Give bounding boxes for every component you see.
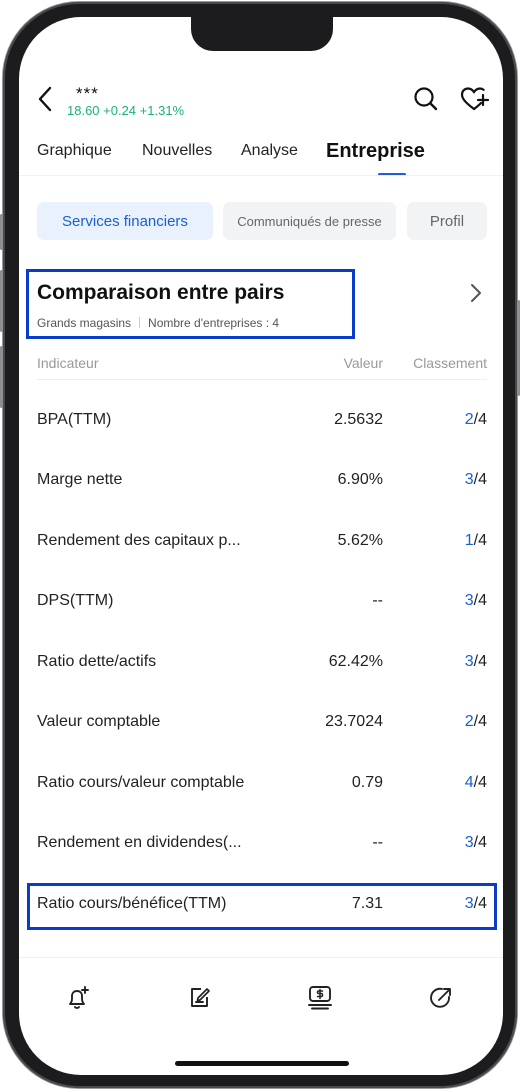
screen: *** 18.60 +0.24 +1.31% Graphique Nouvell… (19, 17, 503, 1075)
chip-services-financiers[interactable]: Services financiers (37, 202, 213, 240)
table-row[interactable]: BPA(TTM) 2.5632 2/4 (19, 392, 503, 452)
row-rank: 3/4 (465, 834, 487, 852)
chip-communiques[interactable]: Communiqués de presse (223, 202, 396, 240)
tab-graphique[interactable]: Graphique (37, 142, 112, 160)
row-indicator-name: Marge nette (37, 471, 123, 488)
row-value: 2.5632 (334, 411, 383, 428)
rank-position: 3 (464, 471, 474, 488)
row-value: -- (372, 834, 383, 851)
row-indicator-name: Ratio cours/valeur comptable (37, 774, 245, 791)
row-value: 6.90% (337, 471, 383, 488)
note-edit-icon[interactable] (187, 985, 213, 1011)
table-row[interactable]: DPS(TTM) -- 3/4 (19, 573, 503, 633)
row-indicator-name: Rendement en dividendes(... (37, 834, 242, 851)
table-row[interactable]: Ratio dette/actifs 62.42% 3/4 (19, 634, 503, 694)
volume-down-button (0, 346, 3, 408)
row-indicator-name: Valeur comptable (37, 713, 161, 730)
table-row[interactable]: Rendement des capitaux p... 5.62% 1/4 (19, 513, 503, 573)
rank-position: 4 (464, 774, 474, 791)
search-icon[interactable] (413, 86, 439, 112)
volume-up-button (0, 270, 3, 332)
row-value: 62.42% (328, 653, 383, 670)
rank-total: /4 (473, 471, 487, 488)
rank-position: 2 (464, 713, 474, 730)
rank-position: 1 (464, 532, 474, 549)
chip-profil[interactable]: Profil (407, 202, 487, 240)
row-value: 0.79 (351, 774, 383, 791)
rank-total: /4 (473, 713, 487, 730)
column-header-value: Valeur (343, 355, 383, 371)
row-rank: 4/4 (465, 774, 487, 792)
favorite-add-icon[interactable] (460, 86, 490, 112)
rank-position: 3 (464, 592, 474, 609)
company-count: Nombre d'entreprises : 4 (148, 316, 280, 330)
rank-total: /4 (473, 834, 487, 851)
row-value: 23.7024 (325, 713, 383, 730)
rank-total: /4 (473, 532, 487, 549)
row-highlight-box (27, 883, 497, 930)
subtitle-divider (139, 317, 141, 328)
row-rank: 2/4 (465, 411, 487, 429)
row-rank: 1/4 (465, 532, 487, 550)
side-button (0, 214, 3, 250)
tab-entreprise[interactable]: Entreprise (326, 140, 425, 163)
rank-total: /4 (473, 774, 487, 791)
column-header-indicator: Indicateur (37, 355, 99, 371)
tabs-divider (19, 175, 503, 176)
industry-label: Grands magasins (37, 316, 132, 330)
back-icon[interactable] (37, 85, 53, 113)
chevron-right-icon[interactable] (470, 283, 482, 303)
rank-position: 3 (464, 653, 474, 670)
rank-total: /4 (473, 411, 487, 428)
rank-position: 2 (464, 411, 474, 428)
notch (191, 17, 333, 51)
alert-add-icon[interactable] (65, 985, 91, 1011)
column-header-rank: Classement (413, 355, 487, 371)
table-header-divider (37, 379, 487, 380)
row-rank: 3/4 (465, 592, 487, 610)
table-row[interactable]: Marge nette 6.90% 3/4 (19, 452, 503, 512)
trade-dollar-icon[interactable] (306, 984, 334, 1012)
row-indicator-name: Ratio dette/actifs (37, 653, 157, 670)
toolbar-divider (19, 957, 503, 958)
row-rank: 3/4 (465, 471, 487, 489)
row-value: 5.62% (337, 532, 383, 549)
section-title: Comparaison entre pairs (37, 281, 285, 304)
price-change: 18.60 +0.24 +1.31% (67, 103, 185, 118)
row-rank: 3/4 (465, 653, 487, 671)
rank-position: 3 (464, 834, 474, 851)
row-value: -- (372, 592, 383, 609)
row-indicator-name: DPS(TTM) (37, 592, 114, 609)
rank-total: /4 (473, 592, 487, 609)
table-row[interactable]: Valeur comptable 23.7024 2/4 (19, 694, 503, 754)
row-rank: 2/4 (465, 713, 487, 731)
home-indicator (175, 1061, 349, 1066)
row-indicator-name: BPA(TTM) (37, 411, 112, 428)
row-indicator-name: Rendement des capitaux p... (37, 532, 241, 549)
tab-analyse[interactable]: Analyse (241, 142, 298, 160)
table-row[interactable]: Rendement en dividendes(... -- 3/4 (19, 815, 503, 875)
power-button (517, 300, 520, 396)
section-subtitle: Grands magasins Nombre d'entreprises : 4 (37, 316, 279, 330)
rank-total: /4 (473, 653, 487, 670)
table-row[interactable]: Ratio cours/valeur comptable 0.79 4/4 (19, 755, 503, 815)
tab-nouvelles[interactable]: Nouvelles (142, 142, 212, 160)
ticker-symbol: *** (76, 84, 99, 103)
share-icon[interactable] (428, 985, 454, 1011)
